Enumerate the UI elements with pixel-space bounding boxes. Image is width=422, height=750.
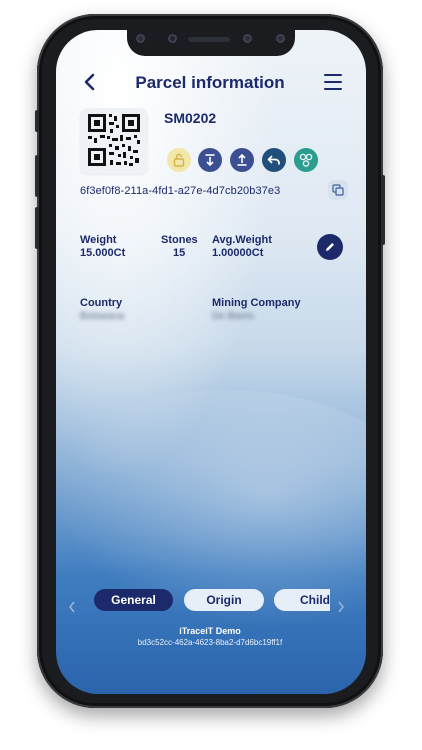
proximity-sensor [168, 34, 177, 43]
copy-icon [332, 184, 344, 196]
hamburger-line [324, 80, 342, 84]
chevron-left-icon [84, 73, 95, 91]
tabs-scroll-right[interactable] [337, 601, 345, 616]
reply-icon [267, 155, 280, 165]
qr-code-icon [88, 114, 140, 166]
front-sensor [136, 34, 145, 43]
avg-weight-value: 1.00000Ct [212, 247, 264, 259]
weight-label: Weight [80, 234, 117, 246]
qr-code[interactable] [80, 108, 148, 174]
reply-button[interactable] [262, 148, 286, 172]
volume-up-button [35, 155, 39, 197]
chevron-left-icon [69, 601, 75, 613]
chevron-right-icon [338, 601, 344, 613]
tabs-scroll-left[interactable] [68, 601, 76, 616]
notch [127, 30, 295, 56]
stones-value: 15 [173, 247, 186, 259]
parcel-id: SM0202 [164, 110, 217, 126]
tab-child[interactable]: Child [274, 589, 330, 611]
mute-switch [35, 110, 39, 132]
face-sensor [276, 34, 285, 43]
lock-button[interactable] [167, 148, 191, 172]
hamburger-menu-icon [324, 74, 342, 77]
mining-company-value: De Beers [212, 311, 254, 322]
lock-icon [173, 153, 185, 167]
upload-button[interactable] [230, 148, 254, 172]
stones-label: Stones [161, 234, 198, 246]
share-nodes-icon [299, 153, 313, 167]
back-button[interactable] [83, 73, 99, 93]
front-camera [243, 34, 252, 43]
background-wave [56, 390, 366, 650]
download-button[interactable] [198, 148, 222, 172]
share-nodes-button[interactable] [294, 148, 318, 172]
pencil-icon [326, 243, 334, 251]
volume-down-button [35, 207, 39, 249]
parcel-hash: 6f3ef0f8-211a-4fd1-a27e-4d7cb20b37e3 [80, 185, 281, 197]
tab-general[interactable]: General [94, 589, 173, 611]
app-name: iTraceiT Demo [179, 626, 241, 636]
weight-value: 15.000Ct [80, 247, 126, 259]
country-label: Country [80, 297, 123, 309]
copy-button[interactable] [328, 180, 348, 200]
menu-button[interactable] [324, 74, 342, 91]
upload-icon [237, 153, 247, 166]
country-value: Botswana [80, 311, 124, 322]
tab-origin[interactable]: Origin [184, 589, 264, 611]
earpiece-speaker [188, 37, 230, 42]
edit-button[interactable] [317, 234, 343, 260]
mining-company-label: Mining Company [212, 297, 301, 309]
avg-weight-label: Avg.Weight [212, 234, 272, 246]
device-id: bd3c52cc-462a-4623-8ba2-d7d6bc19ff1f [137, 638, 283, 647]
power-button [381, 175, 385, 245]
download-icon [205, 154, 215, 167]
page-title: Parcel information [135, 73, 285, 92]
hamburger-line [324, 87, 342, 91]
